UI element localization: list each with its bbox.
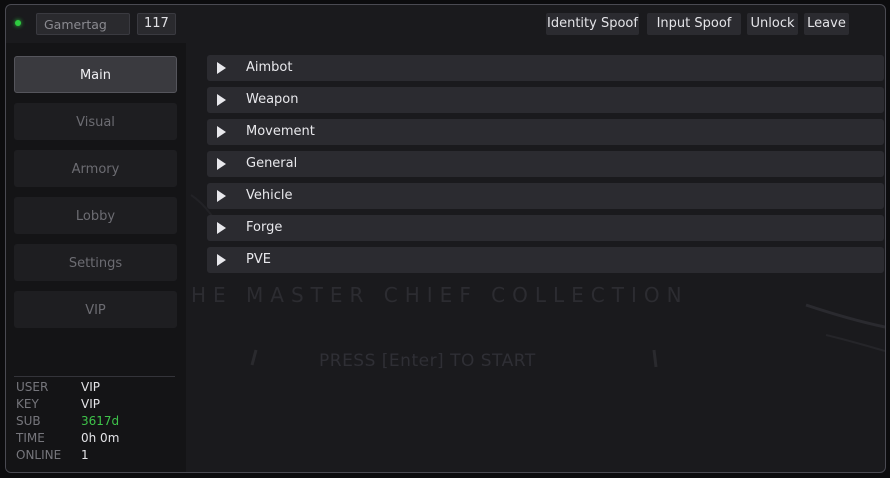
section-weapon[interactable]: Weapon: [207, 87, 884, 113]
player-count-field[interactable]: 117: [137, 13, 176, 35]
section-general[interactable]: General: [207, 151, 884, 177]
gamertag-input[interactable]: [36, 13, 130, 35]
info-value: VIP: [81, 380, 100, 394]
app-window: HE MASTER CHIEF COLLECTION PRESS [Enter]…: [5, 4, 886, 473]
expand-arrow-icon: [217, 158, 226, 170]
section-label: Vehicle: [246, 188, 293, 203]
section-label: General: [246, 156, 298, 171]
sidebar-divider: [14, 376, 175, 377]
section-aimbot[interactable]: Aimbot: [207, 55, 884, 81]
expand-arrow-icon: [217, 222, 226, 234]
info-key: KEY: [16, 397, 39, 411]
section-label: PVE: [246, 252, 271, 267]
section-pve[interactable]: PVE: [207, 247, 884, 273]
nav-lobby[interactable]: Lobby: [14, 197, 177, 234]
leave-button[interactable]: Leave: [804, 13, 849, 35]
expand-arrow-icon: [217, 190, 226, 202]
input-spoof-button[interactable]: Input Spoof: [647, 13, 741, 35]
info-value: 0h 0m: [81, 431, 120, 445]
info-key: USER: [16, 380, 49, 394]
nav-armory[interactable]: Armory: [14, 150, 177, 187]
info-key: SUB: [16, 414, 41, 428]
section-label: Weapon: [246, 92, 299, 107]
section-label: Movement: [246, 124, 315, 139]
section-label: Forge: [246, 220, 283, 235]
nav-visual[interactable]: Visual: [14, 103, 177, 140]
expand-arrow-icon: [217, 126, 226, 138]
unlock-button[interactable]: Unlock: [747, 13, 798, 35]
section-vehicle[interactable]: Vehicle: [207, 183, 884, 209]
expand-arrow-icon: [217, 62, 226, 74]
info-key: TIME: [16, 431, 45, 445]
nav-settings[interactable]: Settings: [14, 244, 177, 281]
background-press-start: PRESS [Enter] TO START: [319, 351, 536, 371]
expand-arrow-icon: [217, 254, 226, 266]
identity-spoof-button[interactable]: Identity Spoof: [546, 13, 639, 35]
section-movement[interactable]: Movement: [207, 119, 884, 145]
top-bar: 117 Identity Spoof Input Spoof Unlock Le…: [6, 5, 885, 43]
section-label: Aimbot: [246, 60, 293, 75]
info-value: 3617d: [81, 414, 120, 428]
info-value: 1: [81, 448, 89, 462]
background-title: HE MASTER CHIEF COLLECTION: [191, 283, 689, 307]
sidebar: Main Visual Armory Lobby Settings VIP US…: [6, 43, 186, 472]
info-value: VIP: [81, 397, 100, 411]
nav-main[interactable]: Main: [14, 56, 177, 93]
expand-arrow-icon: [217, 94, 226, 106]
status-dot-icon: [15, 20, 21, 26]
section-forge[interactable]: Forge: [207, 215, 884, 241]
nav-vip[interactable]: VIP: [14, 291, 177, 328]
info-key: ONLINE: [16, 448, 62, 462]
